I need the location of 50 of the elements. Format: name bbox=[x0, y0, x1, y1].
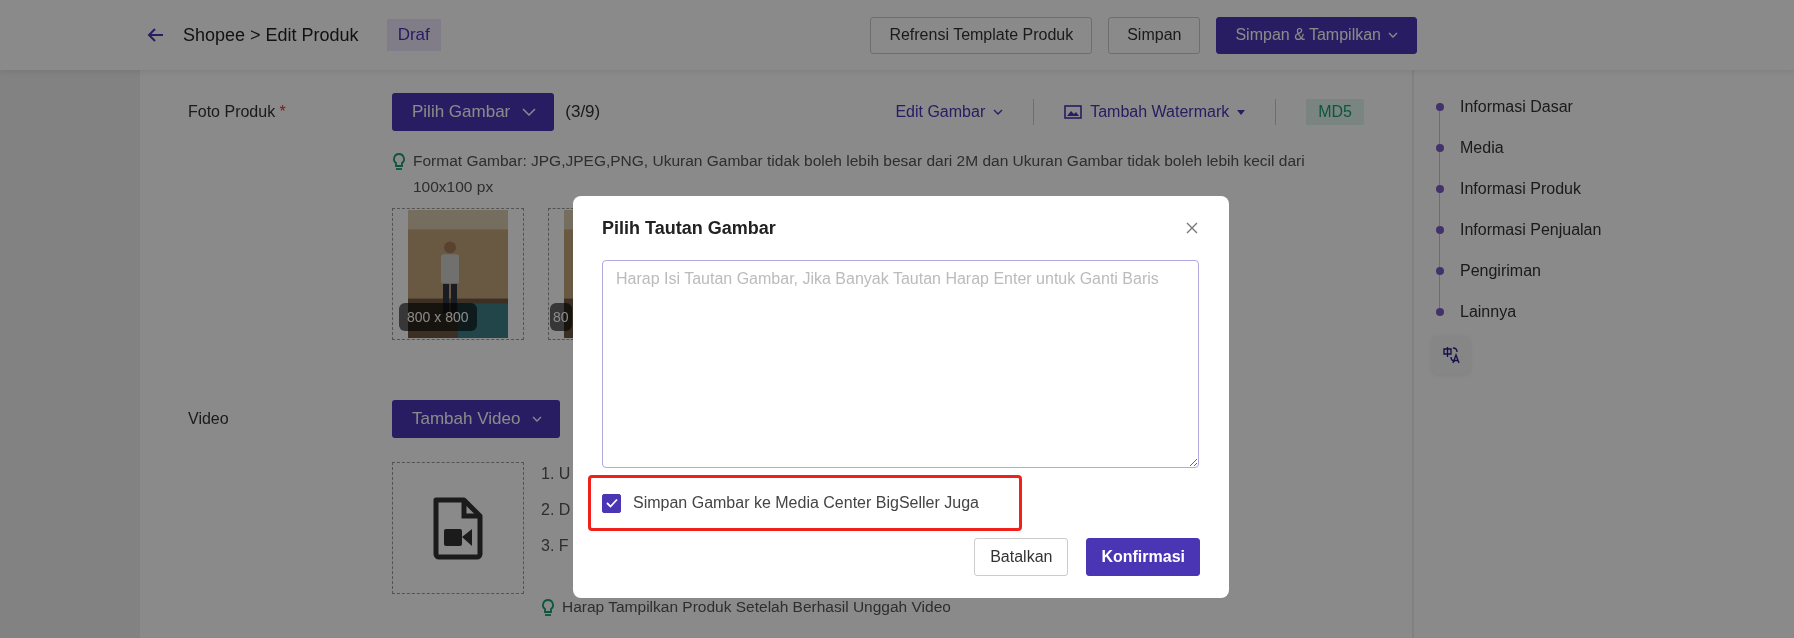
add-video-button[interactable]: Tambah Video bbox=[392, 400, 561, 438]
pick-image-button[interactable]: Pilih Gambar bbox=[392, 93, 555, 131]
video-upload-slot[interactable] bbox=[392, 462, 524, 594]
status-badge: Draf bbox=[386, 19, 441, 51]
lightbulb-icon bbox=[541, 598, 555, 618]
section-nav-item[interactable]: Pengiriman bbox=[1460, 261, 1541, 280]
md5-badge: MD5 bbox=[1306, 99, 1364, 125]
breadcrumb: Shopee > Edit Produk bbox=[183, 24, 359, 46]
check-icon bbox=[605, 498, 618, 508]
required-mark: * bbox=[279, 103, 286, 120]
upload-step: 1. U bbox=[541, 463, 571, 485]
field-label: Video bbox=[188, 410, 229, 427]
close-icon[interactable] bbox=[1186, 222, 1198, 234]
upload-step: 2. D bbox=[541, 499, 571, 521]
watermark-menu[interactable]: Tambah Watermark bbox=[1064, 103, 1246, 121]
format-hint: Format Gambar: JPG,JPEG,PNG, Ukuran Gambar tidak boleh lebih besar dari 2M dan Ukuran Gambar tidak boleh lebih kecil dari 100x100 px bbox=[413, 151, 1306, 197]
link-textarea[interactable]: Harap Isi Tautan Gambar, Jika Banyak Tautan Harap Enter untuk Ganti Baris bbox=[602, 260, 1199, 468]
video-file-icon bbox=[432, 496, 484, 560]
checkbox[interactable] bbox=[602, 493, 621, 513]
lightbulb-icon bbox=[392, 152, 406, 172]
section-nav-item[interactable]: Informasi Dasar bbox=[1460, 97, 1573, 116]
field-label: Foto Produk bbox=[188, 103, 276, 120]
image-icon bbox=[1064, 105, 1083, 119]
upload-step: 3. F bbox=[541, 535, 571, 557]
edit-image-menu[interactable]: Edit Gambar bbox=[895, 103, 1004, 121]
caret-icon bbox=[522, 108, 537, 116]
header-button[interactable]: Refrensi Template Produk bbox=[870, 16, 1093, 54]
caret-icon bbox=[1237, 109, 1246, 115]
image-slot[interactable]: 800 x 800 bbox=[392, 208, 524, 340]
nav-dot bbox=[1436, 143, 1444, 152]
nav-dot bbox=[1436, 184, 1444, 193]
nav-dot bbox=[1436, 266, 1444, 275]
image-count: (3/9) bbox=[565, 102, 601, 122]
header-button[interactable]: Simpan & Tampilkan bbox=[1216, 16, 1417, 54]
nav-dot bbox=[1436, 307, 1444, 316]
section-nav-item[interactable]: Informasi Produk bbox=[1460, 179, 1581, 198]
section-nav-item[interactable]: Lainnya bbox=[1460, 302, 1517, 321]
caret-icon bbox=[993, 109, 1004, 115]
section-nav-item[interactable]: Media bbox=[1460, 138, 1504, 157]
dialog-title: Pilih Tautan Gambar bbox=[602, 217, 776, 239]
section-nav-item[interactable]: Informasi Penjualan bbox=[1460, 220, 1602, 239]
dialog-button[interactable]: Batalkan bbox=[974, 538, 1069, 576]
header-button[interactable]: Simpan bbox=[1108, 16, 1201, 54]
nav-dot bbox=[1436, 102, 1444, 111]
dialog-button[interactable]: Konfirmasi bbox=[1086, 538, 1200, 576]
translate-icon bbox=[1441, 345, 1461, 365]
video-hint: Harap Tampilkan Produk Setelah Berhasil Unggah Video bbox=[562, 597, 951, 617]
checkbox-label[interactable]: Simpan Gambar ke Media Center BigSeller Juga bbox=[633, 494, 979, 512]
caret-icon bbox=[532, 416, 543, 422]
nav-dot bbox=[1436, 225, 1444, 234]
